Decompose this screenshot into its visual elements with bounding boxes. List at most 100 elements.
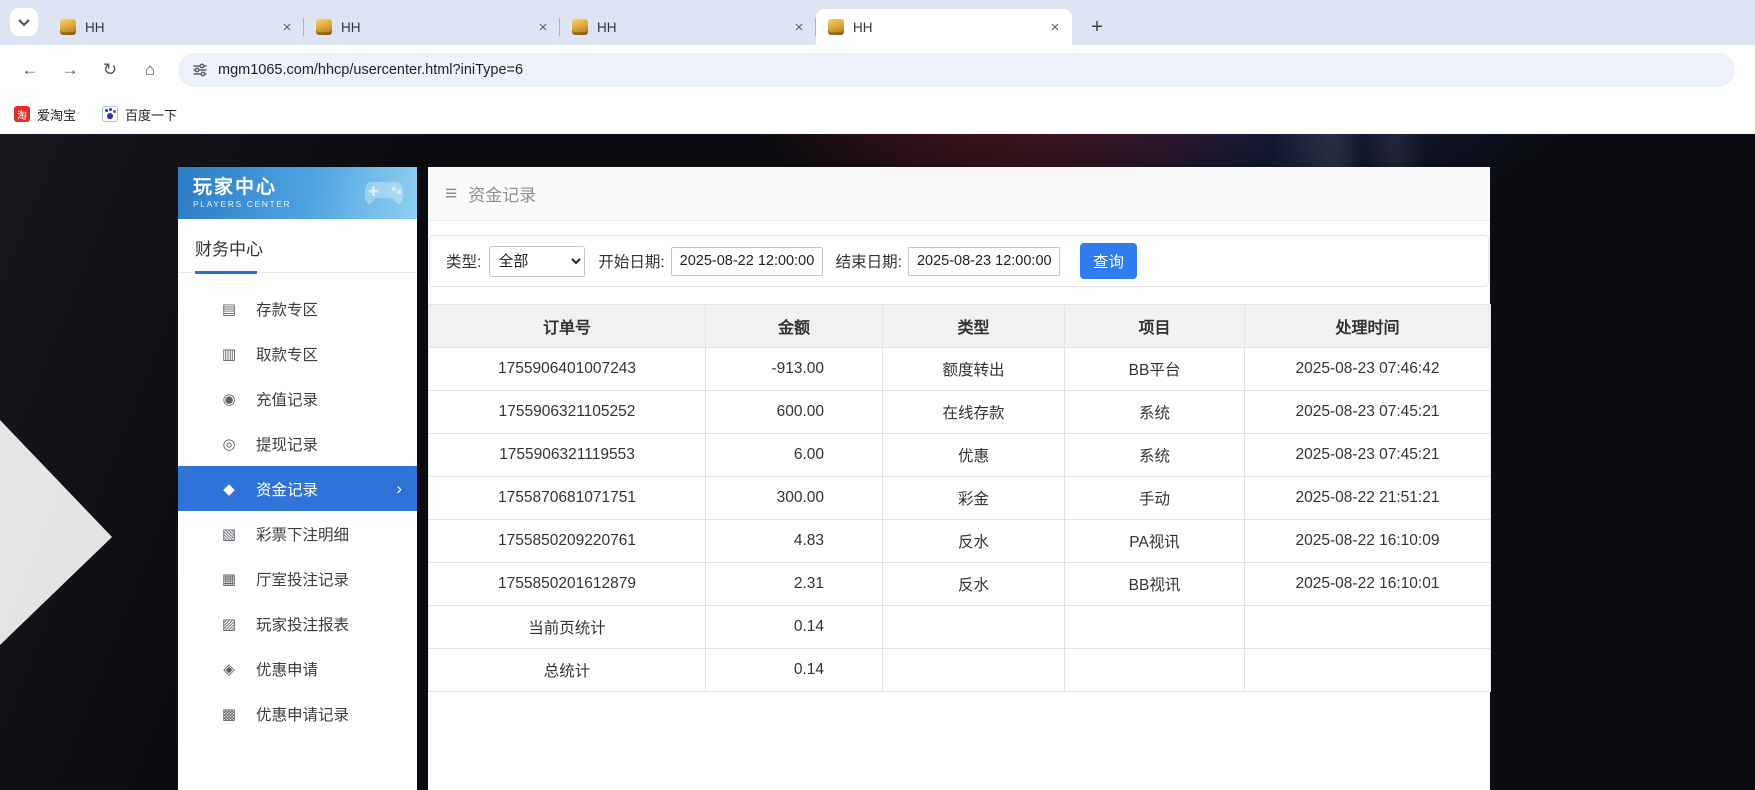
tab-close-icon[interactable]: × <box>790 18 808 36</box>
type-select[interactable]: 全部 <box>489 246 585 277</box>
browser-tab[interactable]: HH × <box>304 9 560 45</box>
tab-close-icon[interactable]: × <box>278 18 296 36</box>
cell-project <box>1065 649 1245 692</box>
sidebar-menu-item[interactable]: ▧ 彩票下注明细 <box>178 511 417 556</box>
cell-time: 2025-08-23 07:45:21 <box>1245 434 1491 477</box>
cell-project <box>1065 606 1245 649</box>
browser-tab[interactable]: HH × <box>816 9 1072 45</box>
table-row: 1755870681071751 300.00 彩金 手动 2025-08-22… <box>429 477 1491 520</box>
menu-item-label: 厅室投注记录 <box>256 568 349 590</box>
sidebar-menu-item[interactable]: ◎ 提现记录 <box>178 421 417 466</box>
tabs-container: HH × HH × HH × HH × <box>48 9 1072 45</box>
sidebar-menu-item[interactable]: ▤ 存款专区 <box>178 286 417 331</box>
tab-strip: HH × HH × HH × HH × <box>0 0 1755 45</box>
cell-time <box>1245 649 1491 692</box>
cell-order-id: 1755850209220761 <box>429 520 706 563</box>
menu-item-label: 优惠申请 <box>256 658 318 680</box>
cell-time: 2025-08-23 07:46:42 <box>1245 348 1491 391</box>
cell-amount: 600.00 <box>706 391 883 434</box>
table-row: 1755906321119553 6.00 优惠 系统 2025-08-23 0… <box>429 434 1491 477</box>
sidebar-menu-item[interactable]: ▦ 厅室投注记录 <box>178 556 417 601</box>
sidebar-menu-item[interactable]: ▩ 优惠申请记录 <box>178 691 417 736</box>
cell-project: BB视讯 <box>1065 563 1245 606</box>
hamburger-icon[interactable]: ≡ <box>445 182 457 206</box>
start-date-label: 开始日期: <box>598 250 664 272</box>
browser-toolbar: ← → ↻ ⌂ mgm1065.com/hhcp/usercenter.html… <box>0 45 1755 94</box>
cell-type: 彩金 <box>883 477 1065 520</box>
tab-search-button[interactable] <box>10 8 38 36</box>
page-viewport: 玩家中心 PLAYERS CENTER 财务中心 ▤ <box>0 134 1755 790</box>
taobao-icon: 淘 <box>14 106 30 122</box>
bookmark-baidu[interactable]: 百度一下 <box>102 105 177 124</box>
menu-item-icon: ▤ <box>218 300 240 318</box>
type-filter-label: 类型: <box>446 250 481 272</box>
home-button[interactable]: ⌂ <box>133 53 167 87</box>
sidebar-menu-item[interactable]: ▨ 玩家投注报表 <box>178 601 417 646</box>
table-row: 1755850201612879 2.31 反水 BB视讯 2025-08-22… <box>429 563 1491 606</box>
cell-type: 在线存款 <box>883 391 1065 434</box>
cell-order-id: 1755850201612879 <box>429 563 706 606</box>
menu-item-label: 优惠申请记录 <box>256 703 349 725</box>
bookmark-label: 爱淘宝 <box>37 105 76 124</box>
menu-item-icon: ◎ <box>218 435 240 453</box>
main-header: ≡ 资金记录 <box>428 167 1490 221</box>
reload-icon: ↻ <box>103 60 117 80</box>
browser-tab[interactable]: HH × <box>560 9 816 45</box>
tab-title: HH <box>341 20 534 35</box>
menu-item-icon: ▦ <box>218 570 240 588</box>
column-header: 金额 <box>706 305 883 348</box>
site-favicon <box>60 19 76 35</box>
cell-type <box>883 606 1065 649</box>
tab-close-icon[interactable]: × <box>534 18 552 36</box>
background-triangle <box>0 420 112 645</box>
menu-item-icon: ◈ <box>218 660 240 678</box>
cell-project: 手动 <box>1065 477 1245 520</box>
bookmark-taobao[interactable]: 淘 爱淘宝 <box>14 105 76 124</box>
sidebar-menu-item[interactable]: ◆ 资金记录 › <box>178 466 417 511</box>
search-button[interactable]: 查询 <box>1080 243 1137 279</box>
menu-item-icon: ◉ <box>218 390 240 408</box>
menu-item-label: 资金记录 <box>256 478 318 500</box>
cell-type: 反水 <box>883 520 1065 563</box>
sidebar-menu-item[interactable]: ◉ 充值记录 <box>178 376 417 421</box>
main-body: 类型: 全部 开始日期: 结束日期: 查询 <box>428 221 1490 732</box>
column-header: 订单号 <box>429 305 706 348</box>
menu-item-icon: ◆ <box>218 480 240 498</box>
tab-title: HH <box>85 20 278 35</box>
sidebar-menu-item[interactable]: ▥ 取款专区 <box>178 331 417 376</box>
menu-item-icon: ▨ <box>218 615 240 633</box>
cell-time: 2025-08-23 07:45:21 <box>1245 391 1491 434</box>
end-date-input[interactable] <box>908 247 1060 276</box>
site-favicon <box>828 19 844 35</box>
tab-close-icon[interactable]: × <box>1046 18 1064 36</box>
table-row: 1755906401007243 -913.00 额度转出 BB平台 2025-… <box>429 348 1491 391</box>
forward-button[interactable]: → <box>53 53 87 87</box>
cell-amount: 300.00 <box>706 477 883 520</box>
table-row: 1755906321105252 600.00 在线存款 系统 2025-08-… <box>429 391 1491 434</box>
player-center-content: 玩家中心 PLAYERS CENTER 财务中心 ▤ <box>178 167 1490 790</box>
menu-item-label: 提现记录 <box>256 433 318 455</box>
new-tab-button[interactable]: + <box>1082 12 1112 42</box>
menu-item-label: 充值记录 <box>256 388 318 410</box>
menu-item-label: 取款专区 <box>256 343 318 365</box>
site-favicon <box>316 19 332 35</box>
address-bar[interactable]: mgm1065.com/hhcp/usercenter.html?iniType… <box>178 53 1735 87</box>
tab-title: HH <box>853 20 1046 35</box>
cell-type: 优惠 <box>883 434 1065 477</box>
browser-tab[interactable]: HH × <box>48 9 304 45</box>
cell-project: PA视讯 <box>1065 520 1245 563</box>
tab-title: HH <box>597 20 790 35</box>
start-date-input[interactable] <box>671 247 823 276</box>
gamepad-icon <box>361 178 407 208</box>
back-button[interactable]: ← <box>13 53 47 87</box>
sidebar-section-finance-center[interactable]: 财务中心 <box>178 219 417 273</box>
sidebar-menu-item[interactable]: ◈ 优惠申请 <box>178 646 417 691</box>
cell-time <box>1245 606 1491 649</box>
funds-record-table: 订单号 金额 类型 项目 处理时间 <box>428 304 1491 692</box>
cell-amount: 4.83 <box>706 520 883 563</box>
chevron-down-icon <box>18 15 29 26</box>
menu-item-icon: ▧ <box>218 525 240 543</box>
menu-item-label: 玩家投注报表 <box>256 613 349 635</box>
reload-button[interactable]: ↻ <box>93 53 127 87</box>
sidebar-header: 玩家中心 PLAYERS CENTER <box>178 167 417 219</box>
